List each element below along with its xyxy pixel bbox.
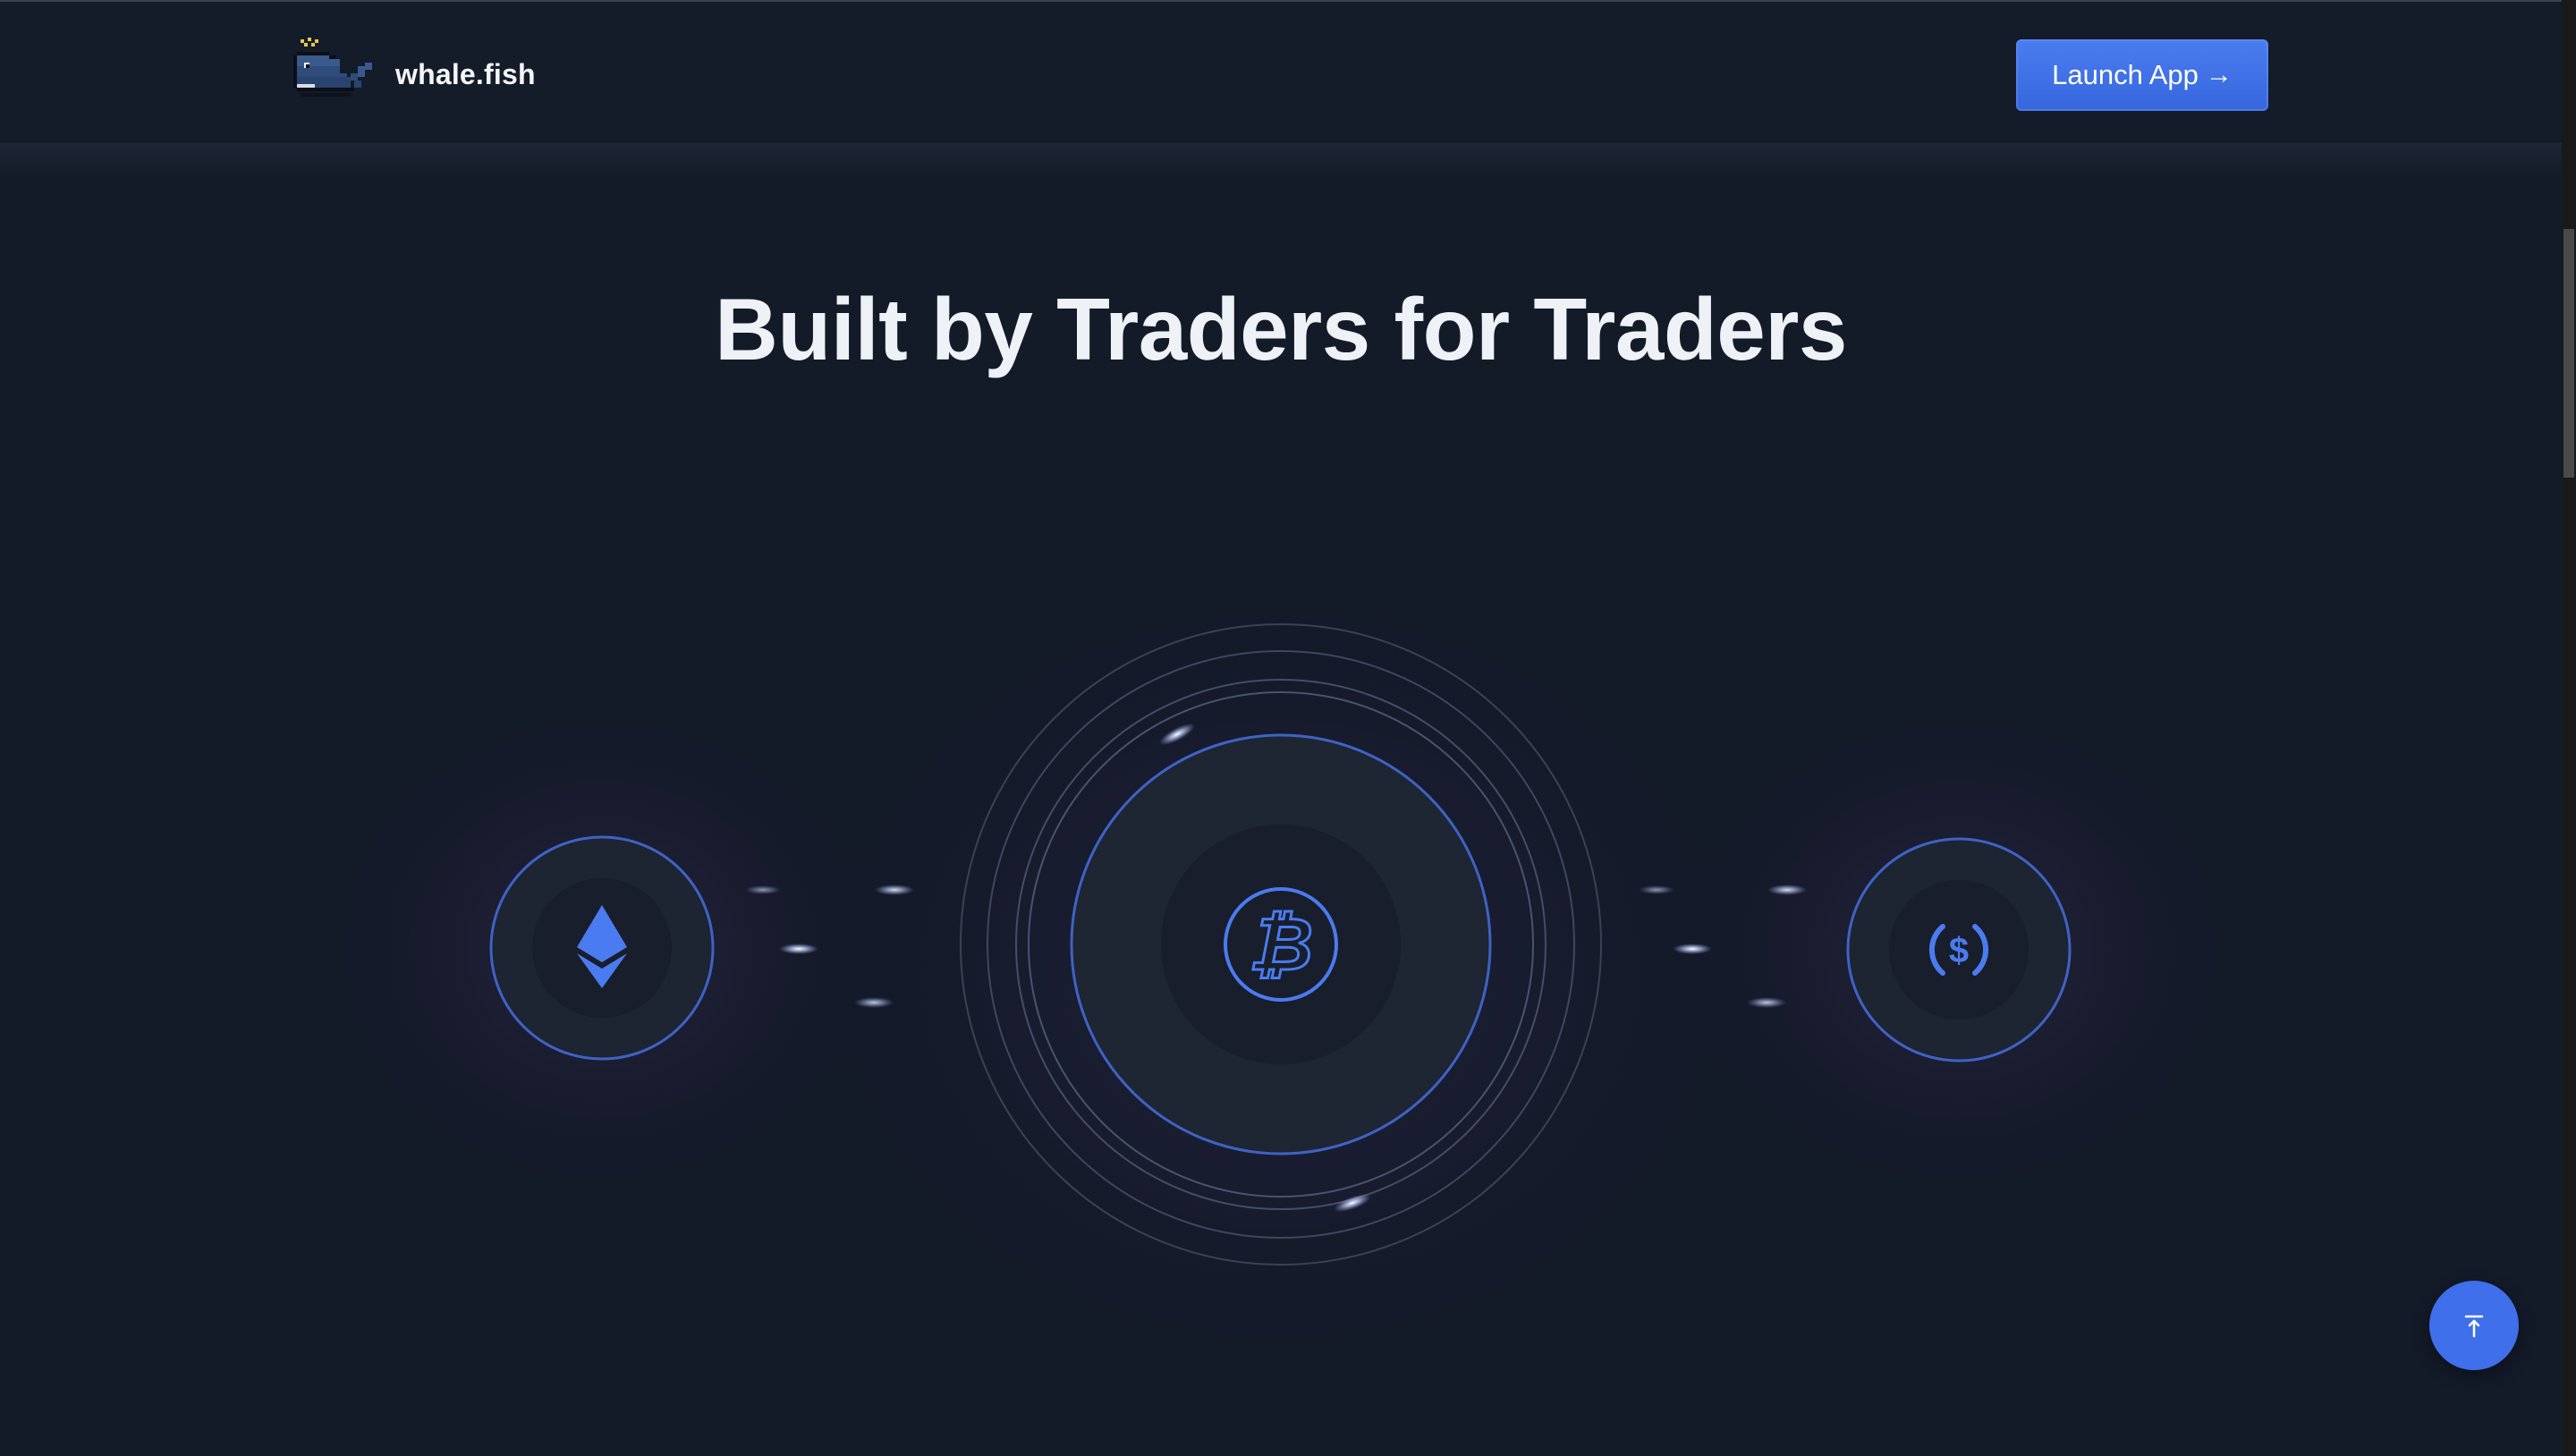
arrow-right-icon: → [2205,60,2233,89]
back-to-top-button[interactable] [2429,1281,2519,1370]
page: whale.fish Launch App → Built by Traders… [0,0,2576,1456]
site-header: whale.fish Launch App → [0,2,2562,145]
usd-coin: $ [1846,837,2072,1062]
token-illustration: ₿ $ [0,572,2562,1342]
svg-text:$: $ [1949,931,1969,970]
launch-app-button[interactable]: Launch App → [2016,39,2268,111]
arrow-up-to-line-icon [2464,1315,2484,1338]
ethereum-coin [489,835,715,1061]
hero-title: Built by Traders for Traders [715,280,1847,378]
brand-name: whale.fish [395,57,536,90]
scrollbar-thumb[interactable] [2563,229,2574,478]
scrollbar-track[interactable] [2562,0,2576,1456]
bitcoin-icon: ₿ [1249,904,1313,986]
header-shadow [0,143,2562,179]
brand-link[interactable]: whale.fish [292,34,536,114]
token-illustration-graphic: ₿ $ [307,572,2254,1342]
launch-app-label: Launch App [2052,59,2199,90]
whale-logo-icon [293,38,372,97]
